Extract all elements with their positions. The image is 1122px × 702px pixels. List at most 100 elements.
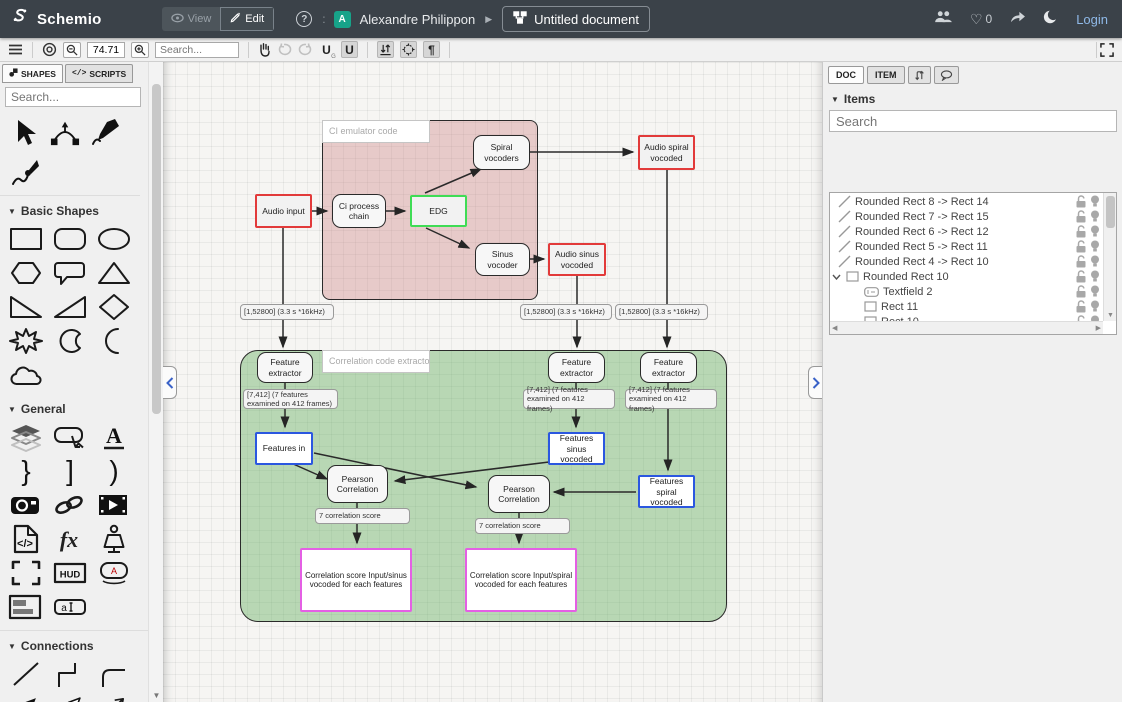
shape-layers-icon[interactable]: [4, 420, 48, 454]
section-general[interactable]: ▼ General: [0, 394, 148, 418]
shape-form-icon[interactable]: [4, 590, 48, 624]
pearson-correlation-2[interactable]: Pearson Correlation: [488, 475, 550, 513]
toolbar-search-input[interactable]: [155, 42, 239, 58]
pan-hand-icon[interactable]: [258, 41, 272, 59]
shape-crescent-icon[interactable]: [92, 324, 136, 358]
feature-extractor-2[interactable]: Feature extractor: [548, 352, 605, 383]
shape-square-bracket-icon[interactable]: ]: [48, 454, 92, 488]
shape-arrow-thin-icon[interactable]: [92, 691, 136, 702]
shape-arrow-hollow-icon[interactable]: [48, 691, 92, 702]
pilcrow-icon[interactable]: ¶: [423, 41, 440, 58]
shape-hexagon-icon[interactable]: [4, 256, 48, 290]
shape-arrow-icon[interactable]: [4, 691, 48, 702]
audio-spiral-vocoded[interactable]: Audio spiral vocoded: [638, 135, 695, 170]
feature-extractor-3[interactable]: Feature extractor: [640, 352, 697, 383]
shape-ellipse-icon[interactable]: [92, 222, 136, 256]
shape-moon-bite-icon[interactable]: [48, 324, 92, 358]
likes[interactable]: ♡ 0: [970, 11, 992, 28]
shape-button-icon[interactable]: [48, 420, 92, 454]
dark-mode-icon[interactable]: [1043, 9, 1059, 30]
shape-image-icon[interactable]: [4, 488, 48, 522]
features-sinus-vocoded[interactable]: Features sinus vocoded: [548, 432, 605, 465]
shape-round-elbow-icon[interactable]: [92, 657, 136, 691]
scroll-left-icon[interactable]: ◀: [832, 324, 837, 332]
audio-input[interactable]: Audio input: [255, 194, 312, 228]
tool-curve-edit-icon[interactable]: [50, 117, 80, 147]
items-horizontal-scrollbar[interactable]: ◀ ▶: [830, 321, 1103, 334]
item-row[interactable]: Rounded Rect 7 -> Rect 15: [830, 209, 1103, 224]
shape-dummy-icon[interactable]: [92, 522, 136, 556]
shapes-search-input[interactable]: [5, 87, 141, 107]
order-icon[interactable]: [377, 41, 394, 58]
items-section-title[interactable]: ▼ Items: [823, 84, 1122, 110]
features-in[interactable]: Features in: [255, 432, 313, 465]
tab-comments[interactable]: [934, 66, 959, 84]
item-row[interactable]: Rounded Rect 6 -> Rect 12: [830, 224, 1103, 239]
tab-doc[interactable]: DOC: [828, 66, 864, 84]
item-row[interactable]: Rect 10: [830, 314, 1103, 321]
item-row[interactable]: Textfield 2: [830, 284, 1103, 299]
collapse-left-panel-handle[interactable]: [163, 366, 177, 399]
pearson-correlation-1[interactable]: Pearson Correlation: [327, 465, 388, 503]
shape-button-a-icon[interactable]: A: [92, 556, 136, 590]
shape-line-icon[interactable]: [4, 657, 48, 691]
features-spiral-vocoded[interactable]: Features spiral vocoded: [638, 475, 695, 508]
pivot-icon[interactable]: [400, 41, 417, 58]
ci-process-chain[interactable]: Ci process chain: [332, 194, 386, 228]
items-vertical-scrollbar[interactable]: ▼: [1103, 193, 1116, 321]
shape-hud-icon[interactable]: HUD: [48, 556, 92, 590]
shape-curly-brace-icon[interactable]: }: [4, 454, 48, 488]
shape-cloud-icon[interactable]: [4, 358, 48, 392]
shape-textfield-icon[interactable]: a: [48, 590, 92, 624]
audio-sinus-vocoded[interactable]: Audio sinus vocoded: [548, 243, 606, 276]
login-link[interactable]: Login: [1076, 12, 1108, 27]
scroll-down-icon[interactable]: ▼: [1104, 309, 1117, 321]
edit-button[interactable]: Edit: [220, 7, 274, 31]
shape-rect-icon[interactable]: [4, 222, 48, 256]
score-label-1[interactable]: 7 correlation score: [315, 508, 410, 524]
tool-pointer-icon[interactable]: [10, 117, 40, 147]
help-icon[interactable]: ?: [296, 11, 312, 27]
shape-right-triangle-2-icon[interactable]: [48, 290, 92, 324]
tab-item[interactable]: ITEM: [867, 66, 905, 84]
section-connections[interactable]: ▼ Connections: [0, 630, 148, 655]
snap-grid-icon[interactable]: UG: [318, 41, 335, 58]
score-label-2[interactable]: 7 correlation score: [475, 518, 570, 534]
feature-extractor-1[interactable]: Feature extractor: [257, 352, 313, 383]
menu-icon[interactable]: [8, 41, 23, 59]
tab-scripts[interactable]: </> SCRIPTS: [65, 64, 133, 83]
snap-items-icon[interactable]: U: [341, 41, 358, 58]
zoom-out-button[interactable]: [63, 42, 81, 58]
tab-shapes[interactable]: SHAPES: [2, 64, 63, 83]
scroll-right-icon[interactable]: ▶: [1096, 324, 1101, 332]
shape-starburst-icon[interactable]: [4, 324, 48, 358]
item-row[interactable]: Rounded Rect 5 -> Rect 11: [830, 239, 1103, 254]
scrollbar-thumb[interactable]: [1106, 196, 1115, 228]
shape-code-icon[interactable]: </>: [4, 522, 48, 556]
canvas[interactable]: CI emulator codeCorrelation code extract…: [163, 62, 822, 702]
item-row[interactable]: Rounded Rect 8 -> Rect 14: [830, 194, 1103, 209]
chevron-down-icon[interactable]: [831, 271, 841, 283]
item-row[interactable]: Rounded Rect 4 -> Rect 10: [830, 254, 1103, 269]
dim-label-sinus[interactable]: [1,52800] (3.3 s *16kHz): [520, 304, 612, 320]
shape-elbow-icon[interactable]: [48, 657, 92, 691]
dim-label-input[interactable]: [1,52800] (3.3 s *16kHz): [240, 304, 334, 320]
shape-speech-bubble-icon[interactable]: [48, 256, 92, 290]
shape-frame-icon[interactable]: [4, 556, 48, 590]
logo[interactable]: Schemio: [10, 7, 102, 32]
redo-icon[interactable]: [298, 41, 312, 59]
shape-parenthesis-icon[interactable]: ): [92, 454, 136, 488]
user-name[interactable]: Alexandre Philippon: [360, 12, 476, 27]
item-row[interactable]: Rect 11: [830, 299, 1103, 314]
tab-structure[interactable]: [908, 66, 931, 84]
scroll-down-icon[interactable]: ▼: [149, 688, 164, 702]
section-basic-shapes[interactable]: ▼ Basic Shapes: [0, 196, 148, 220]
sidebar-scrollbar[interactable]: ▼: [148, 62, 163, 702]
spiral-vocoders[interactable]: Spiral vocoders: [473, 135, 530, 170]
output-sinus[interactable]: Correlation score Input/sinus vocoded fo…: [300, 548, 412, 612]
feat-label-3[interactable]: [7,412] (7 features examined on 412 fram…: [625, 389, 717, 409]
shape-text-icon[interactable]: A: [92, 420, 136, 454]
document-title-box[interactable]: Untitled document: [502, 6, 650, 32]
avatar[interactable]: A: [334, 11, 351, 28]
items-search-input[interactable]: [829, 110, 1117, 132]
